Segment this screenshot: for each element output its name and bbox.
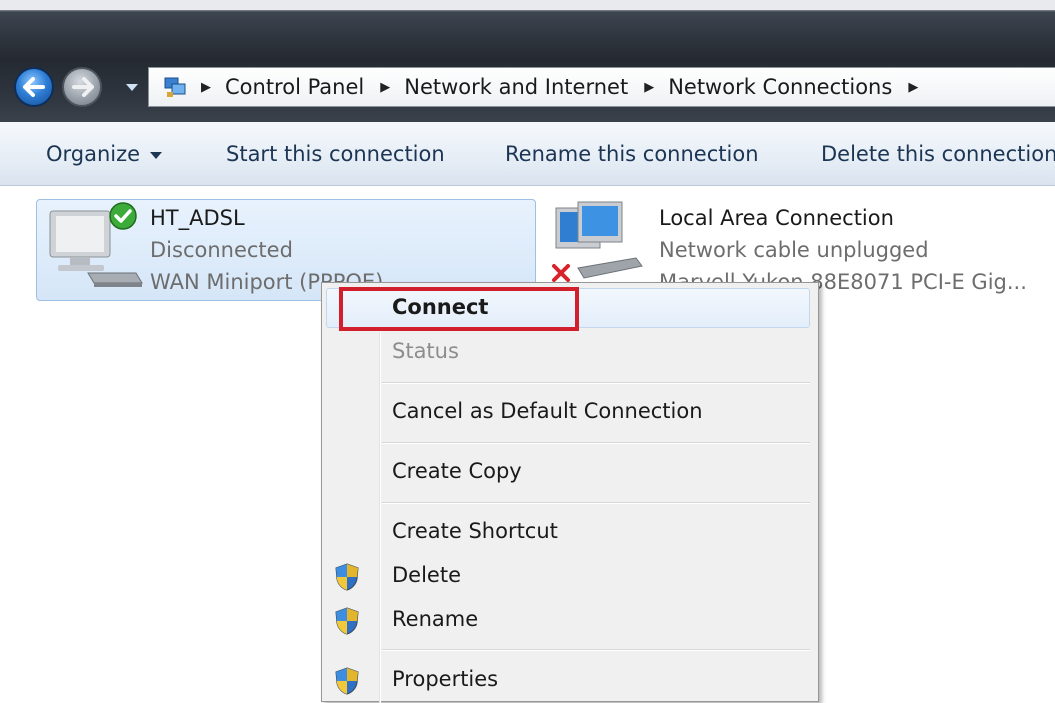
window-frame-top — [0, 0, 1055, 10]
highlight-annotation-box — [339, 287, 579, 331]
recent-pages-dropdown[interactable] — [126, 84, 138, 91]
breadcrumb-network-connections[interactable]: Network Connections — [668, 75, 892, 99]
start-connection-button[interactable]: Start this connection — [226, 142, 445, 166]
organize-label: Organize — [46, 142, 141, 166]
connected-check-icon — [109, 202, 137, 230]
connection-name: HT_ADSL — [150, 206, 245, 230]
back-button[interactable] — [14, 67, 54, 107]
breadcrumb-separator[interactable]: ▶ — [908, 80, 918, 95]
breadcrumb-separator[interactable]: ▶ — [380, 80, 390, 95]
menu-item-cancel-default[interactable]: Cancel as Default Connection — [392, 399, 703, 423]
menu-item-properties[interactable]: Properties — [392, 667, 498, 691]
connection-name: Local Area Connection — [659, 206, 894, 230]
connection-status: Disconnected — [150, 238, 293, 262]
menu-item-rename[interactable]: Rename — [392, 607, 478, 631]
back-arrow-icon — [23, 77, 45, 97]
control-panel-icon — [163, 75, 187, 99]
forward-arrow-icon — [72, 77, 94, 97]
menu-separator — [382, 382, 810, 384]
context-menu: Connect Status Cancel as Default Connect… — [321, 282, 819, 703]
rename-connection-button[interactable]: Rename this connection — [505, 142, 759, 166]
connection-status: Network cable unplugged — [659, 238, 929, 262]
menu-item-delete[interactable]: Delete — [392, 563, 461, 587]
breadcrumb-network-and-internet[interactable]: Network and Internet — [404, 75, 628, 99]
menu-item-create-shortcut[interactable]: Create Shortcut — [392, 519, 558, 543]
menu-item-status: Status — [392, 339, 459, 363]
window-title-bar: ▶ Control Panel ▶ Network and Internet ▶… — [0, 0, 1055, 122]
breadcrumb-control-panel[interactable]: Control Panel — [225, 75, 364, 99]
uac-shield-icon — [335, 607, 359, 635]
delete-connection-button[interactable]: Delete this connection — [821, 142, 1055, 166]
organize-menu[interactable]: Organize — [46, 142, 163, 166]
menu-item-create-copy[interactable]: Create Copy — [392, 459, 522, 483]
menu-separator — [382, 649, 810, 651]
breadcrumb-separator[interactable]: ▶ — [201, 80, 211, 95]
menu-separator — [382, 502, 810, 504]
command-bar: Organize Start this connection Rename th… — [0, 122, 1055, 186]
breadcrumb-separator[interactable]: ▶ — [644, 80, 654, 95]
menu-separator — [382, 442, 810, 444]
address-bar[interactable]: ▶ Control Panel ▶ Network and Internet ▶… — [148, 67, 1055, 107]
uac-shield-icon — [335, 667, 359, 695]
forward-button[interactable] — [62, 67, 102, 107]
chevron-down-icon — [150, 151, 163, 159]
uac-shield-icon — [335, 563, 359, 591]
menu-icon-gutter — [379, 285, 381, 703]
